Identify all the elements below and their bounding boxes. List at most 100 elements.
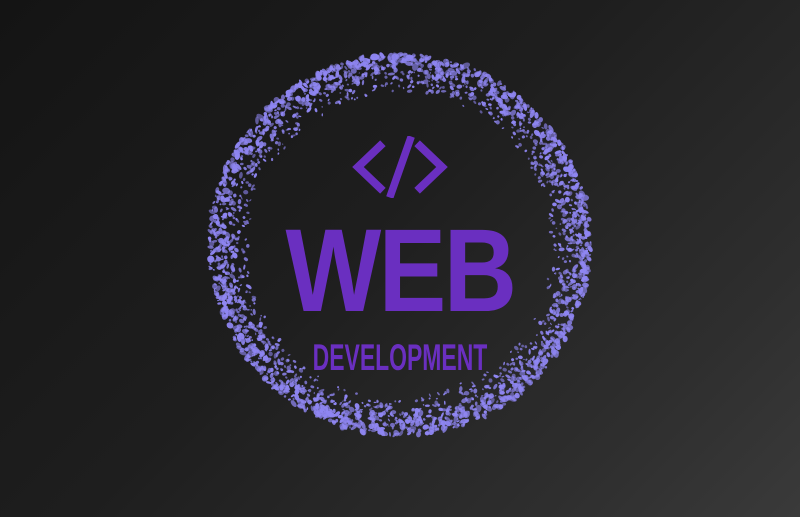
- ring-dot: [387, 418, 390, 422]
- ring-dot: [327, 98, 330, 102]
- ring-dot: [567, 181, 571, 184]
- ring-dot: [568, 204, 573, 207]
- ring-dot: [459, 96, 463, 100]
- ring-dot: [360, 410, 363, 413]
- ring-dot: [444, 400, 446, 405]
- ring-dot: [541, 127, 545, 129]
- code-brackets-icon: [348, 135, 452, 199]
- ring-dot: [493, 383, 498, 390]
- ring-dot: [255, 332, 257, 336]
- ring-dot: [299, 107, 303, 110]
- ring-dot: [524, 149, 528, 153]
- ring-dot: [388, 431, 392, 437]
- ring-dot: [382, 422, 388, 427]
- ring-dot: [480, 394, 484, 397]
- ring-dot: [353, 98, 356, 101]
- ring-dot: [305, 107, 308, 109]
- ring-dot: [244, 134, 249, 138]
- ring-dot: [454, 78, 459, 81]
- ring-dot: [410, 76, 413, 81]
- ring-dot: [361, 401, 364, 404]
- ring-dot: [428, 393, 431, 397]
- ring-dot: [371, 75, 374, 80]
- ring-dot: [399, 413, 401, 416]
- ring-dot: [288, 132, 290, 135]
- ring-dot: [511, 136, 514, 139]
- ring-dot: [313, 391, 315, 395]
- ring-dot: [263, 155, 266, 158]
- ring-dot: [287, 398, 291, 401]
- ring-dot: [525, 135, 528, 138]
- ring-dot: [440, 89, 447, 93]
- ring-dot: [285, 120, 289, 123]
- ring-dot: [339, 97, 343, 101]
- ring-dot: [321, 106, 323, 108]
- ring-dot: [537, 179, 543, 183]
- ring-dot: [340, 62, 344, 66]
- ring-dot: [240, 186, 243, 189]
- ring-dot: [428, 397, 431, 400]
- ring-dot: [473, 388, 478, 394]
- ring-dot: [249, 199, 252, 202]
- ring-dot: [361, 79, 365, 86]
- ring-dot: [358, 72, 360, 74]
- ring-dot: [394, 400, 397, 403]
- ring-dot: [367, 399, 371, 403]
- ring-dot: [222, 202, 227, 206]
- ring-dot: [429, 71, 431, 74]
- ring-dot: [245, 334, 247, 337]
- ring-dot: [417, 74, 420, 77]
- ring-dot: [337, 386, 340, 389]
- ring-dot: [435, 84, 440, 88]
- ring-dot: [370, 429, 377, 433]
- ring-dot: [356, 96, 359, 99]
- ring-dot: [304, 380, 308, 385]
- ring-dot: [233, 193, 237, 198]
- ring-dot: [462, 84, 465, 87]
- ring-dot: [321, 113, 324, 117]
- ring-dot: [481, 378, 485, 381]
- ring-dot: [379, 402, 384, 409]
- ring-dot: [533, 166, 537, 172]
- ring-dot: [511, 116, 515, 120]
- ring-dot: [314, 108, 318, 113]
- ring-dot: [495, 120, 500, 125]
- ring-dot: [391, 89, 394, 93]
- ring-dot: [540, 330, 544, 335]
- ring-dot: [310, 385, 315, 389]
- ring-dot: [373, 401, 377, 404]
- ring-dot: [464, 91, 468, 94]
- ring-dot: [482, 388, 484, 391]
- ring-dot: [488, 378, 493, 383]
- ring-dot: [258, 154, 263, 158]
- ring-dot: [497, 115, 500, 118]
- ring-dot: [496, 400, 499, 404]
- ring-dot: [537, 176, 541, 180]
- ring-dot: [424, 404, 430, 407]
- ring-dot: [343, 388, 346, 392]
- ring-dot: [277, 148, 280, 151]
- ring-dot: [494, 394, 497, 397]
- ring-dot: [441, 85, 445, 89]
- ring-dot: [245, 181, 249, 184]
- ring-dot: [558, 190, 562, 194]
- ring-dot: [579, 186, 583, 190]
- ring-dot: [407, 84, 412, 89]
- ring-dot: [485, 108, 489, 110]
- ring-dot: [258, 167, 261, 171]
- ring-dot: [488, 103, 492, 106]
- ring-dot: [212, 200, 216, 204]
- ring-dot: [251, 184, 255, 188]
- ring-dot: [550, 159, 553, 163]
- ring-dot: [274, 109, 277, 112]
- ring-dot: [527, 157, 530, 160]
- ring-dot: [388, 425, 390, 427]
- ring-dot: [273, 126, 277, 130]
- ring-dot: [304, 92, 306, 95]
- ring-dot: [387, 415, 390, 417]
- ring-dot: [435, 89, 440, 94]
- ring-dot: [255, 116, 259, 125]
- ring-dot: [585, 205, 589, 209]
- ring-dot: [500, 378, 505, 383]
- ring-dot: [496, 106, 499, 110]
